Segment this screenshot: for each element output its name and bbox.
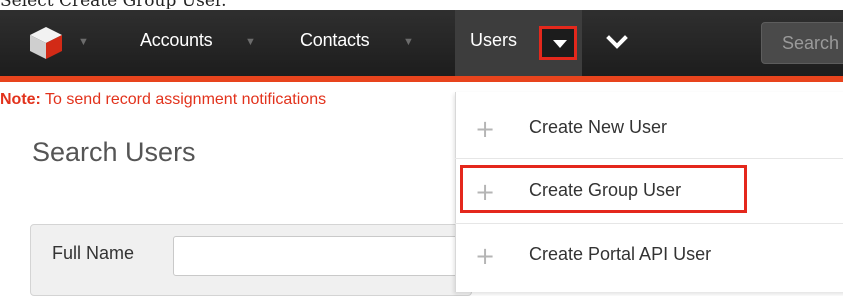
highlight-box (460, 165, 747, 213)
full-name-label: Full Name (52, 243, 135, 263)
menu-item-create-portal-api-user[interactable]: + Create Portal API User (455, 222, 843, 288)
top-navbar (0, 10, 843, 76)
note-prefix: Note: (0, 91, 41, 108)
plus-icon: + (475, 115, 496, 143)
nav-item-contacts[interactable]: Contacts (300, 30, 370, 51)
plus-icon: + (475, 242, 496, 270)
nav-item-users[interactable]: Users (470, 30, 517, 51)
accounts-caret-icon[interactable]: ▼ (245, 36, 256, 48)
full-name-input[interactable] (173, 236, 473, 276)
contacts-caret-icon[interactable]: ▼ (403, 36, 414, 48)
chevron-down-icon[interactable] (605, 30, 629, 54)
menu-item-label: Create New User (529, 117, 668, 137)
assignment-note: Note: To send record assignment notifica… (0, 91, 455, 109)
logo-cube-icon[interactable] (28, 25, 64, 61)
navbar-accent-bar (0, 76, 843, 82)
menu-item-label: Create Portal API User (529, 244, 712, 264)
search-placeholder: Search (782, 33, 840, 53)
nav-item-accounts[interactable]: Accounts (140, 30, 213, 51)
logo-caret-icon[interactable]: ▼ (78, 36, 89, 48)
caption-text: Select Create Group User. (0, 0, 843, 9)
note-text: To send record assignment notifications (40, 91, 327, 108)
menu-item-create-new-user[interactable]: + Create New User (455, 95, 843, 161)
caret-down-icon (553, 40, 567, 48)
users-dropdown-button[interactable] (539, 26, 577, 60)
page-title: Search Users (32, 137, 196, 167)
global-search-input[interactable]: Search (761, 22, 843, 64)
